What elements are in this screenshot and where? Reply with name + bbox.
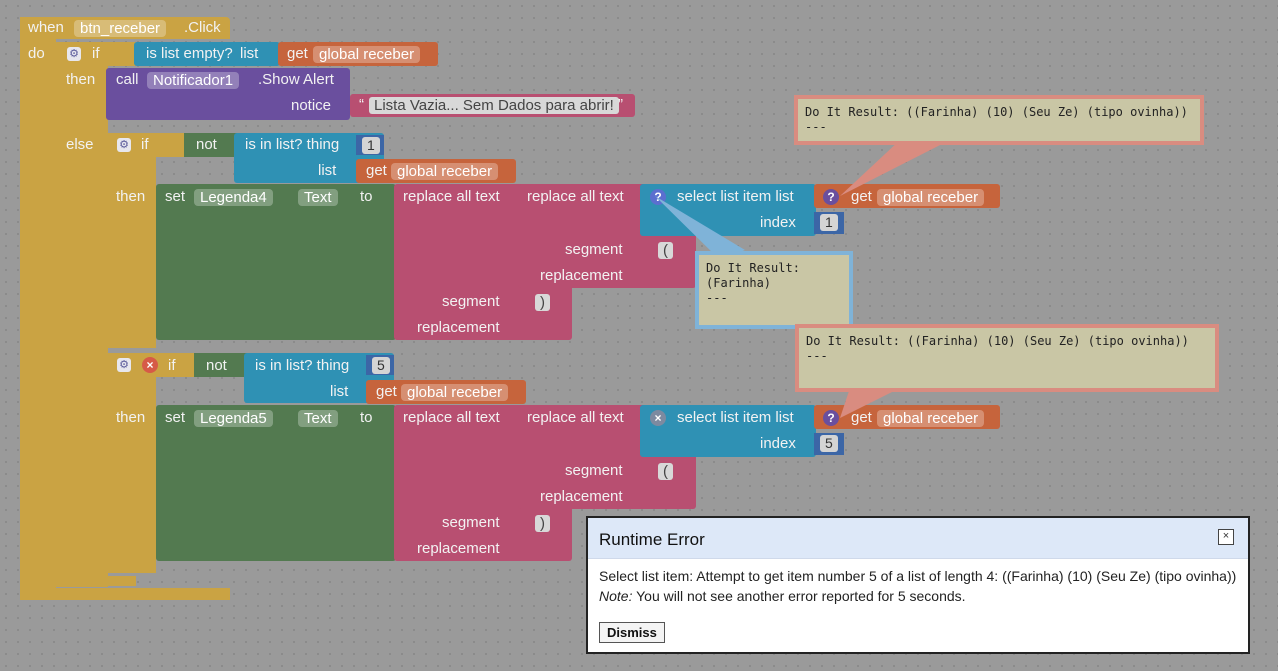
note-label: Note:: [599, 588, 633, 604]
error-note: Note: You will not see another error rep…: [599, 588, 966, 604]
error-message: Select list item: Attempt to get item nu…: [599, 568, 1237, 584]
do-it-result-bubble[interactable]: Do It Result: ((Farinha) (10) (Seu Ze) (…: [795, 324, 1219, 392]
do-it-result-bubble[interactable]: Do It Result: ((Farinha) (10) (Seu Ze) (…: [794, 95, 1204, 145]
dialog-title: Runtime Error: [599, 530, 705, 549]
note-text: You will not see another error reported …: [632, 588, 966, 604]
dismiss-button[interactable]: Dismiss: [599, 622, 665, 643]
dialog-header: Runtime Error ×: [588, 518, 1248, 559]
do-it-result-bubble[interactable]: Do It Result: (Farinha) ---: [695, 251, 853, 329]
runtime-error-dialog: Runtime Error × Select list item: Attemp…: [586, 516, 1250, 654]
close-icon[interactable]: ×: [1218, 529, 1234, 545]
